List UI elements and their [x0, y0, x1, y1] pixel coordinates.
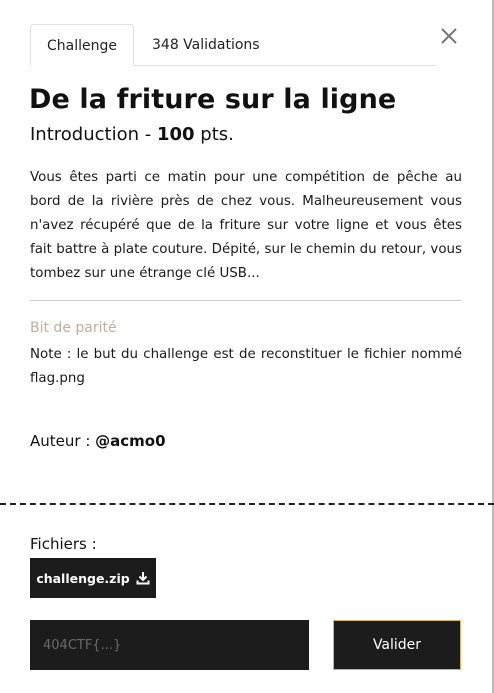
file-name: challenge.zip [36, 570, 130, 586]
author-name: @acmo0 [95, 432, 166, 450]
download-file-button[interactable]: challenge.zip [30, 558, 156, 598]
download-icon [136, 571, 150, 585]
points-suffix: pts. [194, 124, 234, 145]
challenge-description: Vous êtes parti ce matin pour une compét… [30, 170, 462, 281]
subtitle-separator: - [139, 124, 157, 145]
close-icon[interactable] [437, 24, 461, 48]
tab-validations[interactable]: 348 Validations [152, 24, 260, 66]
challenge-category: Introduction [30, 124, 140, 145]
author-label: Auteur : [30, 432, 96, 450]
divider [30, 300, 461, 301]
challenge-modal: Challenge 348 Validations De la friture … [0, 0, 494, 693]
author-line: Auteur : @acmo0 [30, 432, 166, 450]
challenge-title: De la friture sur la ligne [29, 84, 397, 115]
tab-challenge[interactable]: Challenge [30, 24, 134, 66]
tab-bar: Challenge 348 Validations [30, 24, 437, 66]
dashed-separator [0, 503, 494, 505]
challenge-subtitle: Introduction - 100 pts. [30, 124, 234, 145]
hint-title: Bit de parité [30, 320, 117, 336]
challenge-points: 100 [156, 124, 195, 145]
flag-input[interactable] [30, 620, 309, 670]
challenge-note: Note : le but du challenge est de recons… [30, 347, 462, 386]
submit-button[interactable]: Valider [333, 620, 461, 670]
files-label: Fichiers : [30, 535, 97, 553]
